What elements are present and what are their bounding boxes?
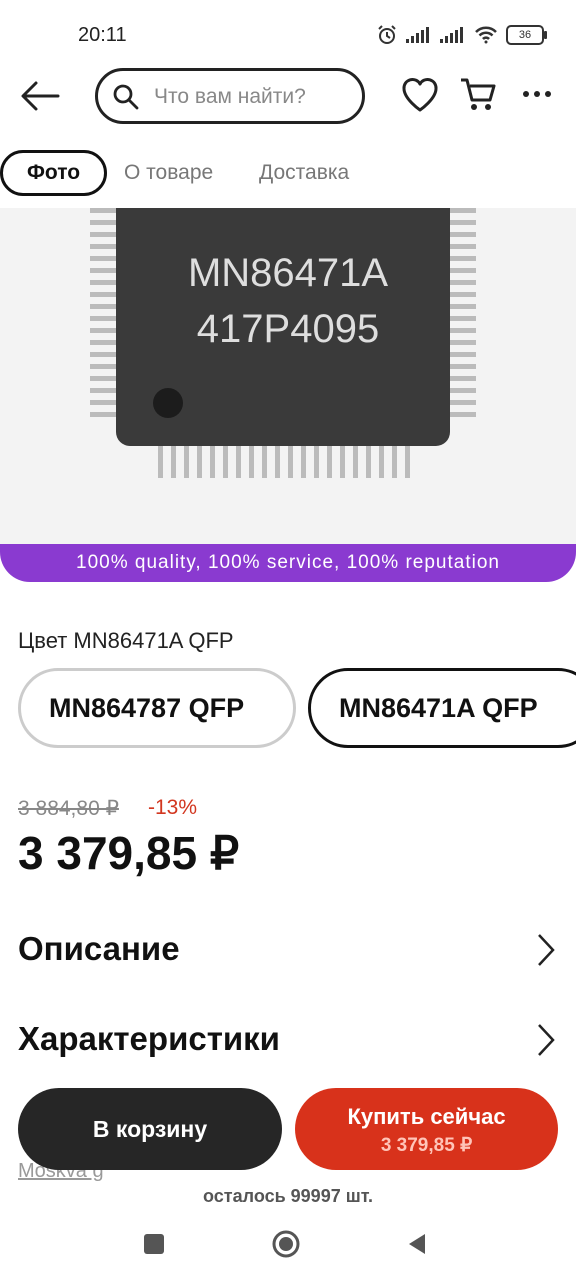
chip-illustration: MN86471A 417P4095 bbox=[90, 208, 476, 478]
characteristics-title: Характеристики bbox=[18, 1020, 280, 1057]
description-row[interactable]: Описание bbox=[18, 920, 558, 980]
header: Что вам найти? bbox=[0, 66, 576, 128]
home-icon[interactable] bbox=[271, 1229, 301, 1259]
signal-icon bbox=[440, 27, 463, 43]
nav-back-icon[interactable] bbox=[405, 1232, 429, 1256]
cart-button[interactable] bbox=[458, 76, 498, 119]
back-button[interactable] bbox=[18, 78, 66, 118]
old-price: 3 884,80 ₽ bbox=[18, 797, 119, 820]
chip-marking-line1: MN86471A bbox=[188, 251, 388, 295]
tab-about[interactable]: О товаре bbox=[124, 150, 213, 196]
favorite-button[interactable] bbox=[400, 76, 440, 119]
variant-option-1[interactable]: MN864787 QFP bbox=[18, 668, 296, 748]
add-to-cart-button[interactable]: В корзину bbox=[18, 1088, 282, 1170]
chevron-right-icon bbox=[538, 934, 555, 966]
characteristics-row[interactable]: Характеристики bbox=[18, 1010, 558, 1070]
buy-now-button[interactable]: Купить сейчас 3 379,85 ₽ bbox=[295, 1088, 558, 1170]
arrow-left-icon bbox=[21, 81, 60, 111]
search-icon bbox=[113, 84, 139, 110]
description-title: Описание bbox=[18, 930, 180, 967]
product-image[interactable]: MN86471A 417P4095 bbox=[0, 208, 576, 546]
chevron-right-icon bbox=[538, 1024, 555, 1056]
search-placeholder: Что вам найти? bbox=[154, 85, 306, 108]
signal-icon bbox=[406, 27, 429, 43]
battery-icon: 36 bbox=[506, 25, 547, 45]
tab-delivery[interactable]: Доставка bbox=[259, 150, 349, 196]
tab-photo[interactable]: Фото bbox=[0, 150, 108, 196]
cart-icon bbox=[461, 78, 496, 110]
quality-banner: 100% quality, 100% service, 100% reputat… bbox=[0, 544, 576, 582]
chip-marking-line2: 417P4095 bbox=[197, 307, 379, 351]
variant-option-2-selected[interactable]: MN86471A QFP bbox=[308, 668, 576, 748]
recent-apps-icon[interactable] bbox=[144, 1234, 164, 1254]
buy-now-label: Купить сейчас bbox=[347, 1104, 506, 1129]
current-price: 3 379,85 ₽ bbox=[18, 827, 240, 879]
status-time: 20:11 bbox=[78, 24, 127, 46]
heart-icon bbox=[402, 77, 438, 112]
color-label: Цвет MN86471A QFP bbox=[18, 628, 234, 653]
buy-now-price: 3 379,85 ₽ bbox=[380, 1135, 473, 1156]
more-dots-icon bbox=[523, 91, 551, 97]
more-options-button[interactable] bbox=[522, 86, 552, 104]
discount-badge: -13% bbox=[148, 796, 198, 819]
stock-count: осталось 99997 шт. bbox=[203, 1186, 373, 1206]
alarm-icon bbox=[378, 25, 396, 44]
search-input[interactable]: Что вам найти? bbox=[95, 68, 365, 124]
system-nav-bar bbox=[0, 1220, 576, 1280]
wifi-icon bbox=[475, 26, 497, 44]
product-tabs: Фото О товаре Доставка bbox=[0, 150, 576, 198]
status-bar: 20:11 36 bbox=[0, 0, 576, 70]
status-icons: 36 bbox=[376, 24, 547, 46]
